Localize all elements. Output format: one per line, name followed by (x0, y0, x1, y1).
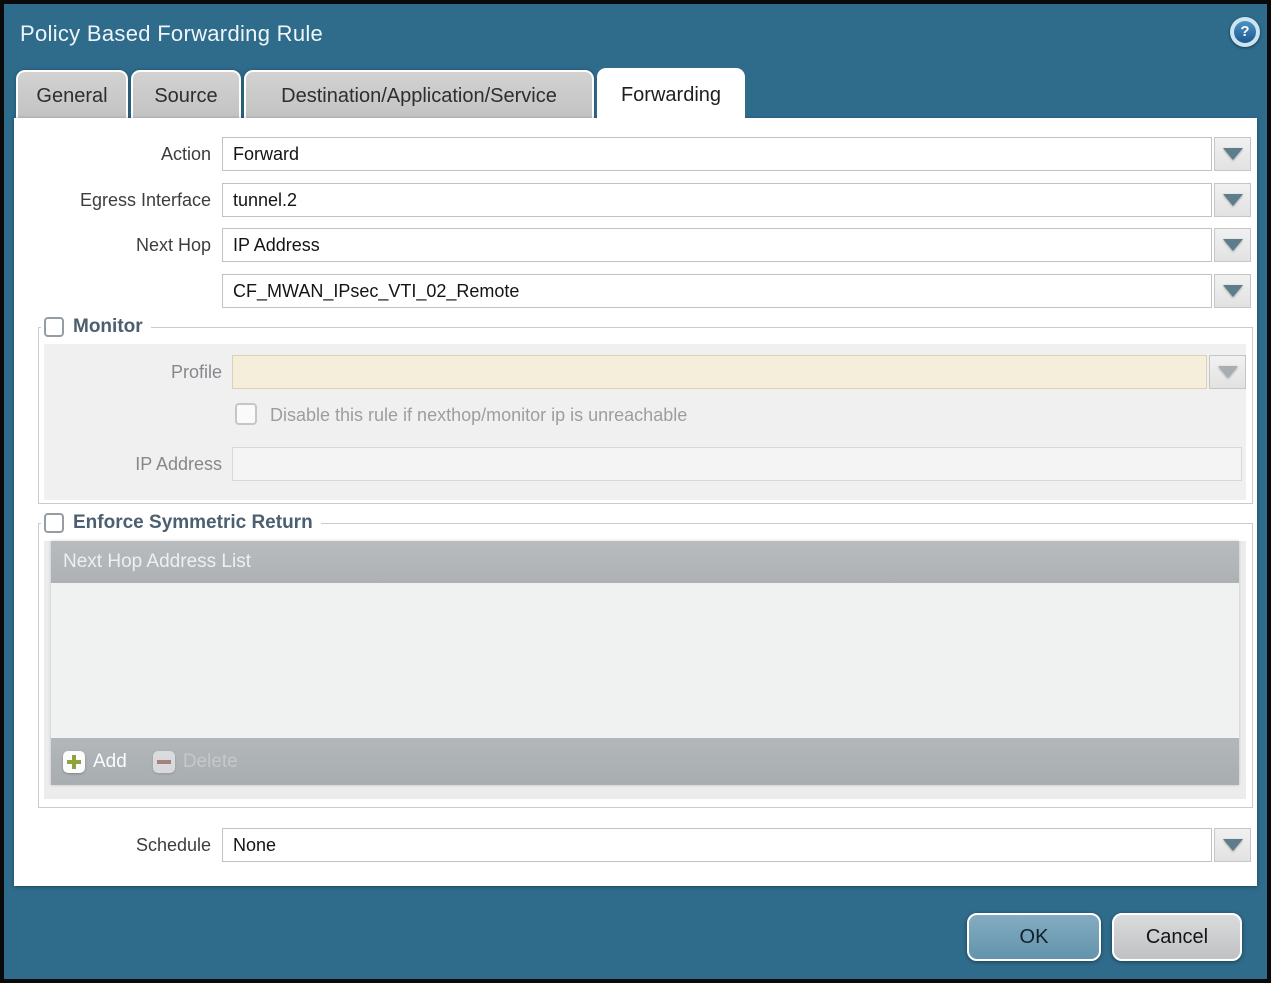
next-hop-address-row: CF_MWAN_IPsec_VTI_02_Remote (14, 274, 1257, 308)
tab-forwarding[interactable]: Forwarding (597, 68, 745, 120)
action-row: Action Forward (14, 137, 1257, 171)
chevron-down-icon (1223, 285, 1243, 297)
next-hop-address-dropdown-button[interactable] (1214, 274, 1251, 308)
enforce-symmetric-return-legend-label: Enforce Symmetric Return (73, 512, 313, 534)
action-label: Action (14, 137, 222, 171)
minus-icon (153, 751, 175, 773)
chevron-down-icon (1223, 239, 1243, 251)
monitor-checkbox[interactable] (44, 317, 64, 337)
tab-general[interactable]: General (16, 70, 128, 120)
next-hop-address-list-toolbar: Add Delete (51, 738, 1239, 785)
next-hop-type-select[interactable]: IP Address (222, 228, 1212, 262)
next-hop-address-list-table: Next Hop Address List Add Delete (51, 541, 1239, 785)
monitor-ip-address-row: IP Address (44, 447, 1242, 481)
dialog-title: Policy Based Forwarding Rule (20, 21, 323, 47)
disable-rule-row: Disable this rule if nexthop/monitor ip … (235, 403, 687, 427)
schedule-label: Schedule (14, 828, 222, 862)
forwarding-tab-panel: Action Forward Egress Interface tunnel.2… (14, 118, 1257, 886)
monitor-body: Profile Disable this rule if nexthop/mon… (44, 344, 1246, 500)
tab-bar: General Source Destination/Application/S… (16, 68, 745, 120)
add-button[interactable]: Add (63, 751, 127, 773)
next-hop-row: Next Hop IP Address (14, 228, 1257, 262)
delete-button-label: Delete (183, 751, 238, 773)
pbf-rule-dialog: Policy Based Forwarding Rule ? General S… (0, 0, 1271, 983)
next-hop-address-list-header: Next Hop Address List (51, 541, 1239, 583)
help-icon[interactable]: ? (1230, 17, 1260, 47)
schedule-select[interactable]: None (222, 828, 1212, 862)
egress-interface-row: Egress Interface tunnel.2 (14, 183, 1257, 217)
question-mark-glyph: ? (1234, 21, 1256, 43)
ok-button[interactable]: OK (967, 913, 1101, 961)
tab-destination-application-service[interactable]: Destination/Application/Service (244, 70, 594, 120)
profile-label: Profile (44, 355, 232, 389)
chevron-down-icon (1218, 366, 1238, 378)
disable-rule-label: Disable this rule if nexthop/monitor ip … (270, 403, 687, 427)
profile-row: Profile (44, 355, 1246, 389)
monitor-ip-address-input (232, 447, 1242, 481)
chevron-down-icon (1223, 839, 1243, 851)
enforce-symmetric-return-body: Next Hop Address List Add Delete (44, 541, 1246, 799)
monitor-legend: Monitor (41, 316, 151, 338)
schedule-dropdown-button[interactable] (1214, 828, 1251, 862)
monitor-group: Monitor Profile Disable this rule if nex… (38, 316, 1253, 504)
profile-select (232, 355, 1207, 389)
enforce-symmetric-return-legend: Enforce Symmetric Return (41, 512, 321, 534)
action-select[interactable]: Forward (222, 137, 1212, 171)
next-hop-label: Next Hop (14, 228, 222, 262)
monitor-legend-label: Monitor (73, 316, 143, 338)
enforce-symmetric-return-group: Enforce Symmetric Return Next Hop Addres… (38, 512, 1253, 808)
next-hop-address-select[interactable]: CF_MWAN_IPsec_VTI_02_Remote (222, 274, 1212, 308)
plus-icon (63, 751, 85, 773)
disable-rule-checkbox (235, 403, 257, 425)
schedule-row: Schedule None (14, 828, 1257, 862)
chevron-down-icon (1223, 194, 1243, 206)
next-hop-address-list-body (51, 583, 1239, 738)
delete-button: Delete (153, 751, 238, 773)
monitor-ip-address-label: IP Address (44, 447, 232, 481)
tab-source[interactable]: Source (131, 70, 241, 120)
egress-interface-dropdown-button[interactable] (1214, 183, 1251, 217)
egress-interface-label: Egress Interface (14, 183, 222, 217)
chevron-down-icon (1223, 148, 1243, 160)
profile-dropdown-button (1209, 355, 1246, 389)
action-dropdown-button[interactable] (1214, 137, 1251, 171)
enforce-symmetric-return-checkbox[interactable] (44, 513, 64, 533)
add-button-label: Add (93, 751, 127, 773)
cancel-button[interactable]: Cancel (1112, 913, 1242, 961)
egress-interface-select[interactable]: tunnel.2 (222, 183, 1212, 217)
next-hop-type-dropdown-button[interactable] (1214, 228, 1251, 262)
